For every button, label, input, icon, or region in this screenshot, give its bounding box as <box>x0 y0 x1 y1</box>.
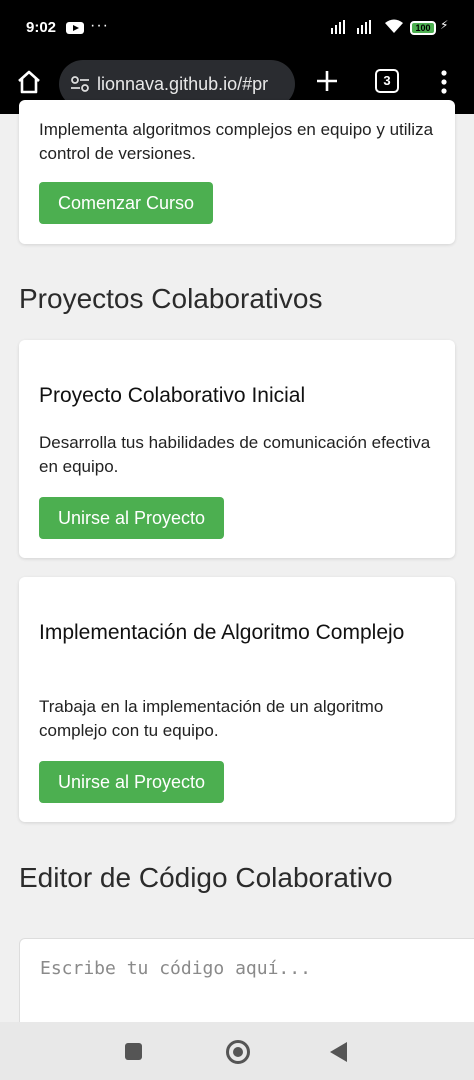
status-time: 9:02 <box>26 19 57 36</box>
home-icon[interactable] <box>16 69 42 95</box>
menu-icon[interactable] <box>437 68 451 96</box>
battery-icon: 100 <box>410 21 436 35</box>
youtube-icon <box>66 22 84 34</box>
charging-icon: ⚡ <box>440 18 449 32</box>
project-title: Proyecto Colaborativo Inicial <box>39 384 306 407</box>
recents-icon[interactable] <box>125 1043 142 1060</box>
url-text: lionnava.github.io/#pr <box>97 74 269 94</box>
project-title: Implementación de Algoritmo Complejo <box>39 621 405 644</box>
section-title-editor: Editor de Código Colaborativo <box>19 862 393 893</box>
signal-icon <box>357 20 371 34</box>
project-description: Trabaja en la implementación de un algor… <box>39 697 384 740</box>
wifi-icon <box>385 19 403 33</box>
new-tab-icon[interactable] <box>314 68 340 94</box>
course-description: Implementa algoritmos complejos en equip… <box>39 120 434 163</box>
system-nav-bar <box>0 1022 474 1080</box>
project-card: Proyecto Colaborativo Inicial Desarrolla… <box>19 340 455 558</box>
signal-icon <box>331 20 345 34</box>
status-bar: 9:02 ··· 100 ⚡ <box>0 0 474 56</box>
tabs-icon[interactable]: 3 <box>375 69 399 93</box>
section-title-projects: Proyectos Colaborativos <box>19 283 323 314</box>
more-dots-icon: ··· <box>90 17 109 34</box>
back-icon[interactable] <box>330 1042 347 1062</box>
project-card: Implementación de Algoritmo Complejo Tra… <box>19 577 455 822</box>
start-course-button[interactable]: Comenzar Curso <box>39 182 214 224</box>
home-button-icon[interactable] <box>226 1040 250 1064</box>
project-description: Desarrolla tus habilidades de comunicaci… <box>39 433 431 476</box>
site-settings-icon[interactable] <box>70 75 90 93</box>
join-project-button[interactable]: Unirse al Proyecto <box>39 497 225 539</box>
join-project-button[interactable]: Unirse al Proyecto <box>39 761 225 803</box>
course-card: Implementa algoritmos complejos en equip… <box>19 100 455 244</box>
